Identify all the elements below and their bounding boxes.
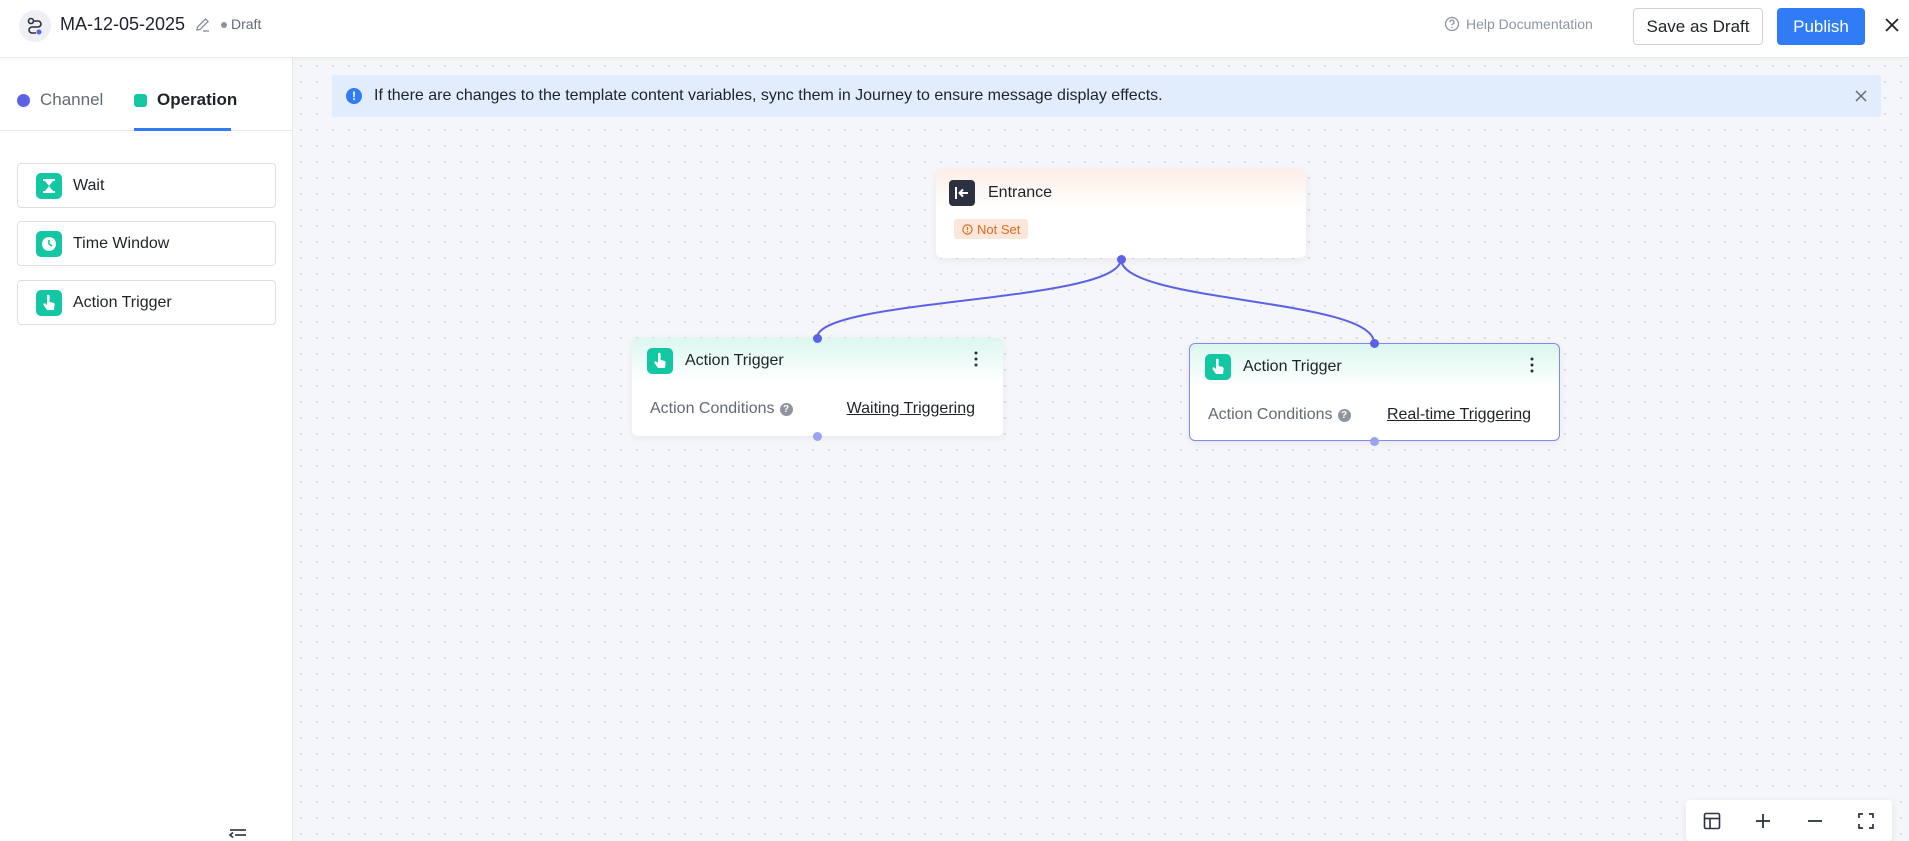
collapse-sidebar-icon[interactable] bbox=[228, 828, 248, 841]
operation-dot-icon bbox=[134, 93, 147, 107]
entrance-icon bbox=[949, 180, 975, 206]
more-options-icon[interactable] bbox=[974, 351, 978, 367]
page-title: MA-12-05-2025 bbox=[60, 14, 186, 34]
edit-icon[interactable] bbox=[194, 16, 212, 34]
layout-icon[interactable] bbox=[1700, 809, 1724, 833]
hand-pointer-icon bbox=[647, 348, 673, 374]
status-dot bbox=[221, 22, 227, 28]
publish-button[interactable]: Publish bbox=[1777, 8, 1865, 45]
tab-channel-label: Channel bbox=[40, 90, 104, 109]
more-options-icon[interactable] bbox=[1530, 357, 1534, 373]
help-documentation-label: Help Documentation bbox=[1466, 16, 1593, 32]
edge-entrance-to-trigger-2 bbox=[1120, 258, 1375, 344]
action-conditions-value[interactable]: Waiting Triggering bbox=[847, 400, 975, 418]
tab-operation[interactable]: Operation bbox=[134, 90, 237, 110]
top-bar: MA-12-05-2025 Draft Help Documentation S… bbox=[0, 0, 1909, 58]
trigger-2-input-port[interactable] bbox=[1370, 339, 1379, 348]
fullscreen-icon[interactable] bbox=[1854, 809, 1878, 833]
hourglass-icon bbox=[36, 172, 62, 199]
entrance-output-port[interactable] bbox=[1117, 255, 1126, 264]
action-conditions-label: Action Conditions ? bbox=[650, 400, 793, 418]
journey-logo-icon bbox=[19, 10, 51, 42]
hand-pointer-icon bbox=[36, 289, 62, 316]
trigger-2-output-port[interactable] bbox=[1370, 437, 1379, 446]
question-icon[interactable]: ? bbox=[1337, 408, 1351, 422]
flow-canvas[interactable]: ! If there are changes to the template c… bbox=[293, 58, 1909, 841]
close-icon[interactable] bbox=[1881, 14, 1903, 36]
sidebar-item-time-window[interactable]: Time Window bbox=[17, 221, 276, 266]
action-conditions-text: Action Conditions bbox=[1208, 406, 1333, 423]
canvas-toolbar bbox=[1686, 800, 1892, 841]
action-trigger-node-1[interactable]: Action Trigger Action Conditions ? Waiti… bbox=[632, 338, 1003, 436]
action-conditions-text: Action Conditions bbox=[650, 400, 775, 417]
question-icon[interactable]: ? bbox=[779, 402, 793, 416]
not-set-label: Not Set bbox=[977, 221, 1021, 237]
hand-pointer-icon bbox=[1205, 354, 1231, 380]
active-tab-indicator bbox=[134, 128, 231, 131]
sidebar-item-wait[interactable]: Wait bbox=[17, 163, 276, 208]
sidebar-tabs: Channel Operation bbox=[0, 58, 293, 131]
sidebar-item-label: Wait bbox=[73, 176, 105, 194]
help-documentation-link[interactable]: Help Documentation bbox=[1444, 16, 1593, 32]
entrance-title: Entrance bbox=[988, 184, 1053, 201]
tab-operation-label: Operation bbox=[157, 90, 238, 109]
edge-entrance-to-trigger-1 bbox=[816, 258, 1122, 339]
component-sidebar: Channel Operation Wait Time Window Actio… bbox=[0, 58, 293, 841]
trigger-1-output-port[interactable] bbox=[813, 432, 822, 441]
save-as-draft-button[interactable]: Save as Draft bbox=[1633, 8, 1763, 45]
sidebar-item-label: Action Trigger bbox=[73, 293, 172, 311]
action-conditions-label: Action Conditions ? bbox=[1208, 406, 1351, 424]
action-trigger-node-2[interactable]: Action Trigger Action Conditions ? Real-… bbox=[1189, 343, 1560, 441]
warning-icon bbox=[962, 223, 973, 235]
sidebar-item-action-trigger[interactable]: Action Trigger bbox=[17, 280, 276, 325]
channel-dot-icon bbox=[17, 93, 30, 107]
action-trigger-title: Action Trigger bbox=[685, 352, 784, 369]
tab-channel[interactable]: Channel bbox=[17, 90, 103, 110]
zoom-in-icon[interactable] bbox=[1751, 809, 1775, 833]
status-badge: Draft bbox=[231, 16, 262, 32]
help-icon bbox=[1444, 16, 1460, 32]
clock-icon bbox=[36, 230, 62, 257]
entrance-node[interactable]: Entrance Not Set bbox=[936, 169, 1306, 258]
action-conditions-value[interactable]: Real-time Triggering bbox=[1387, 406, 1531, 424]
action-trigger-title: Action Trigger bbox=[1243, 358, 1342, 375]
trigger-1-input-port[interactable] bbox=[813, 334, 822, 343]
zoom-out-icon[interactable] bbox=[1803, 809, 1827, 833]
not-set-badge[interactable]: Not Set bbox=[954, 219, 1029, 239]
sidebar-item-label: Time Window bbox=[73, 234, 170, 252]
